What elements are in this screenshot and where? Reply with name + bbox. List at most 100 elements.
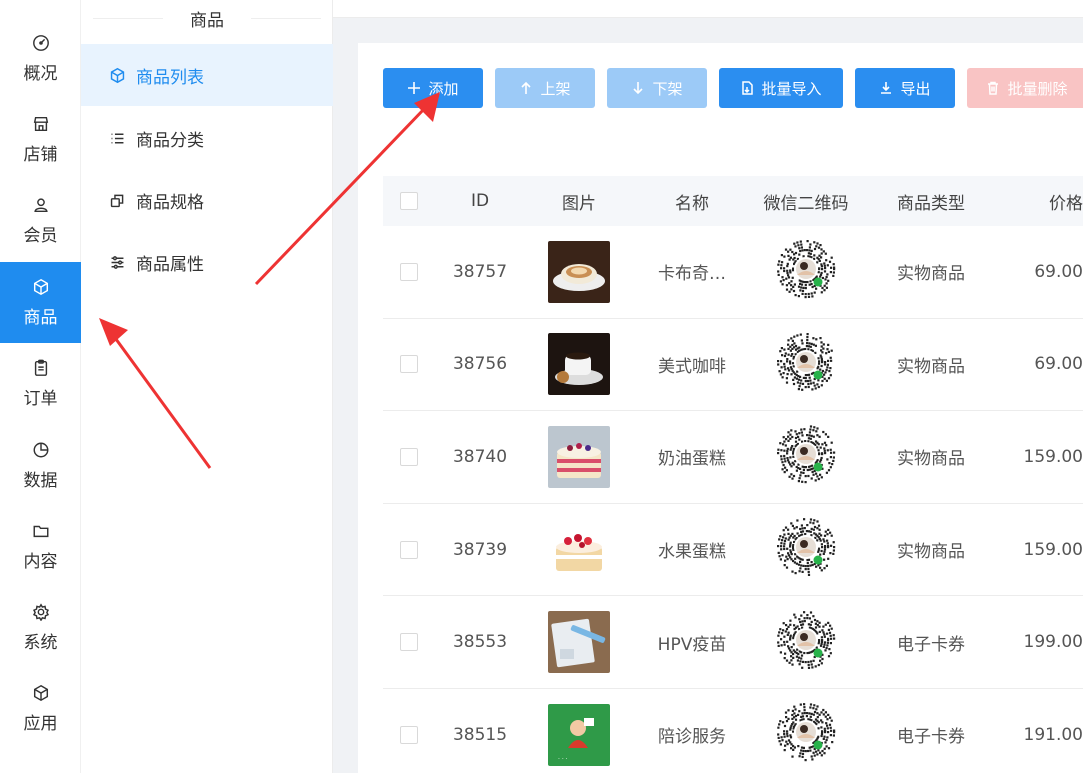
table-body: 38757 卡布奇… 实物商品 69.00 38756 美式咖啡 实物商品 69… [383,226,1083,773]
cell-id: 38740 [452,446,508,467]
batch-delete-label: 批量删除 [1007,80,1068,98]
sidebar-item-label: 数据 [23,471,58,491]
top-header [333,0,1083,18]
row-checkbox[interactable] [400,725,418,744]
cell-id: 38757 [452,261,508,282]
batch-delete-button[interactable]: 批量删除 [967,68,1083,108]
export-label: 导出 [900,80,931,98]
batch-import-label: 批量导入 [761,80,822,98]
primary-sidebar: 概况 店铺 会员 商品 订单 数据 内容 系统 应用 [0,0,81,773]
product-thumbnail[interactable] [548,333,610,396]
wechat-qrcode[interactable] [775,423,837,490]
header-name: 名称 [675,193,709,214]
wechat-qrcode[interactable] [775,609,837,676]
sidebar-item-label: 概况 [23,64,58,84]
row-checkbox[interactable] [400,262,418,281]
subnav-item-attribute[interactable]: 商品属性 [81,231,333,293]
cell-type: 实物商品 [897,542,965,563]
cell-name[interactable]: 卡布奇… [633,259,751,284]
sidebar-item-goods[interactable]: 商品 [0,262,81,343]
subnav-item-category[interactable]: 商品分类 [81,107,333,169]
subnav-title: 商品 [81,0,333,42]
wechat-qrcode[interactable] [775,238,837,305]
arrow-up-icon [521,81,532,94]
folder-icon [31,521,51,541]
sidebar-item-apps[interactable]: 应用 [0,668,81,749]
batch-import-button[interactable]: 批量导入 [719,68,843,108]
cell-name[interactable]: 美式咖啡 [633,352,751,377]
product-thumbnail[interactable] [548,518,610,581]
cell-id: 38739 [452,539,508,560]
add-button-label: 添加 [428,80,459,98]
product-thumbnail[interactable]: · · · [548,703,610,766]
subnav-item-spec[interactable]: 商品规格 [81,169,333,231]
cell-type: 电子卡券 [897,634,965,655]
dashboard-icon [31,33,51,53]
table-row: 38739 水果蛋糕 实物商品 159.00 [383,504,1083,597]
add-button[interactable]: 添加 [383,68,483,108]
gear-icon [31,602,51,622]
cell-price: 69.00 [1034,354,1083,375]
subnav-item-goods-list[interactable]: 商品列表 [81,44,333,106]
on-shelf-button[interactable]: 上架 [495,68,595,108]
wechat-qrcode[interactable] [775,701,837,768]
subnav-item-label: 商品规格 [136,192,204,213]
sidebar-item-system[interactable]: 系统 [0,587,81,668]
sliders-icon [108,253,126,271]
cell-id: 38553 [452,632,508,653]
cell-type: 实物商品 [897,264,965,285]
cell-name[interactable]: HPV疫苗 [633,630,751,655]
secondary-sidebar: 商品 商品列表 商品分类 商品规格 商品属性 [81,0,333,773]
clipboard-icon [31,358,51,378]
svg-text:· · ·: · · · [558,756,568,763]
sidebar-item-data[interactable]: 数据 [0,425,81,506]
wechat-qrcode[interactable] [775,516,837,583]
product-thumbnail[interactable] [548,425,610,488]
cell-type: 电子卡券 [897,727,965,748]
sidebar-item-label: 系统 [23,633,58,653]
cell-price: 69.00 [1034,261,1083,282]
plus-icon [408,82,421,94]
row-checkbox[interactable] [400,633,418,652]
sidebar-item-overview[interactable]: 概况 [0,18,81,99]
toolbar: 添加 上架 下架 批量导入 导出 批量删除 [383,68,1083,108]
header-price: 价格 [1049,193,1083,214]
cell-price: 199.00 [1023,632,1083,653]
row-checkbox[interactable] [400,447,418,466]
sidebar-item-store[interactable]: 店铺 [0,99,81,180]
table-header: ID 图片 名称 微信二维码 商品类型 价格 [383,176,1083,226]
off-shelf-button[interactable]: 下架 [607,68,707,108]
cell-name[interactable]: 陪诊服务 [633,722,751,747]
subnav-item-label: 商品属性 [136,254,204,275]
box-icon [31,277,51,297]
user-icon [31,195,51,215]
box-icon [108,66,126,84]
sidebar-item-orders[interactable]: 订单 [0,343,81,424]
table-row: 38515 · · · 陪诊服务 电子卡券 191.00 [383,689,1083,773]
sidebar-item-content[interactable]: 内容 [0,506,81,587]
sidebar-item-label: 应用 [23,714,58,734]
cell-price: 159.00 [1023,539,1083,560]
cell-type: 实物商品 [897,356,965,377]
select-all-checkbox[interactable] [400,192,418,210]
product-thumbnail[interactable] [548,240,610,303]
header-id: ID [470,191,490,211]
product-thumbnail[interactable] [548,611,610,674]
wechat-qrcode[interactable] [775,331,837,398]
export-button[interactable]: 导出 [855,68,955,108]
table-row: 38756 美式咖啡 实物商品 69.00 [383,319,1083,412]
cell-name[interactable]: 奶油蛋糕 [633,444,751,469]
off-shelf-label: 下架 [652,80,683,98]
cell-id: 38515 [452,724,508,745]
copy-icon [108,191,126,209]
sidebar-item-member[interactable]: 会员 [0,180,81,261]
row-checkbox[interactable] [400,540,418,559]
table-row: 38740 奶油蛋糕 实物商品 159.00 [383,411,1083,504]
cell-name[interactable]: 水果蛋糕 [633,537,751,562]
cell-id: 38756 [452,354,508,375]
row-checkbox[interactable] [400,355,418,374]
sidebar-item-label: 会员 [23,226,58,246]
sidebar-item-label: 商品 [23,308,58,328]
app: 概况 店铺 会员 商品 订单 数据 内容 系统 应用 商品 商品列表 商品分类 … [0,0,1083,773]
arrow-down-icon [633,82,644,95]
